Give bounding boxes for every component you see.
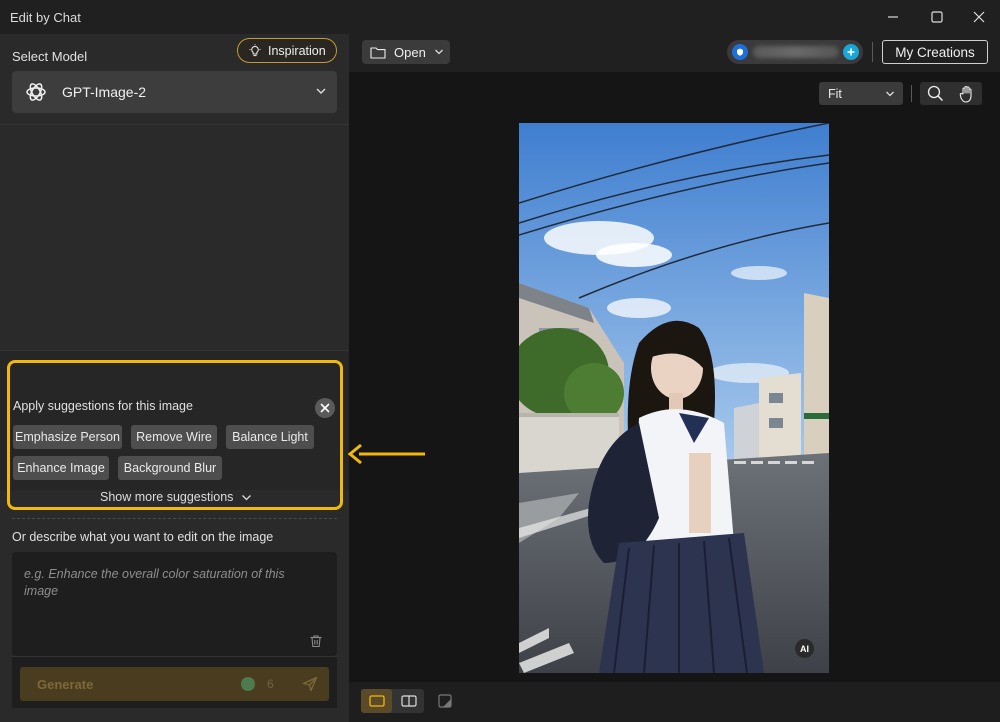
minimize-button[interactable] xyxy=(880,6,906,28)
account-info-blurred xyxy=(753,46,839,58)
toolbar-separator xyxy=(872,42,873,62)
single-view-icon xyxy=(368,695,385,707)
suggestions-close-button[interactable] xyxy=(315,398,335,418)
open-button[interactable]: Open xyxy=(362,40,450,64)
show-more-suggestions[interactable]: Show more suggestions xyxy=(100,490,252,504)
suggestions-title: Apply suggestions for this image xyxy=(13,399,193,413)
generate-button[interactable]: Generate 6 xyxy=(20,667,329,701)
compare-icon[interactable] xyxy=(438,694,452,708)
shield-icon xyxy=(732,44,748,60)
lightbulb-icon xyxy=(249,43,261,56)
select-model-label: Select Model xyxy=(12,49,88,64)
plus-icon[interactable] xyxy=(843,44,859,60)
trash-icon[interactable] xyxy=(309,634,323,648)
single-view-button[interactable] xyxy=(361,689,392,713)
open-label: Open xyxy=(394,44,426,60)
minimize-icon xyxy=(888,16,898,18)
split-view-icon xyxy=(400,695,417,707)
credit-icon xyxy=(241,677,255,691)
hand-icon[interactable] xyxy=(958,85,975,103)
photo-illustration xyxy=(519,123,829,673)
model-select-value: GPT-Image-2 xyxy=(62,84,147,100)
describe-placeholder: e.g. Enhance the overall color saturatio… xyxy=(24,567,285,598)
describe-label: Or describe what you want to edit on the… xyxy=(12,530,274,544)
show-more-label: Show more suggestions xyxy=(100,490,234,504)
my-creations-button[interactable]: My Creations xyxy=(882,40,988,64)
dashed-divider xyxy=(12,518,337,519)
split-view-button[interactable] xyxy=(393,689,424,713)
title-bar: Edit by Chat xyxy=(0,0,1000,34)
chevron-down-icon xyxy=(316,88,326,94)
suggestion-chip-enhance-image[interactable]: Enhance Image xyxy=(13,456,109,480)
maximize-icon xyxy=(931,11,943,23)
suggestion-chip-balance-light[interactable]: Balance Light xyxy=(226,425,314,449)
send-icon xyxy=(302,676,318,692)
chevron-down-icon xyxy=(886,91,894,97)
openai-logo-icon xyxy=(26,83,46,101)
search-icon[interactable] xyxy=(927,85,944,102)
describe-textarea[interactable]: e.g. Enhance the overall color saturatio… xyxy=(12,552,337,656)
view-tools xyxy=(920,82,982,105)
folder-icon xyxy=(370,46,386,59)
toolbar-separator xyxy=(911,85,912,102)
suggestion-chip-emphasize-person[interactable]: Emphasize Person xyxy=(13,425,122,449)
edited-photo xyxy=(519,123,829,673)
zoom-mode-value: Fit xyxy=(828,86,842,101)
model-select[interactable]: GPT-Image-2 xyxy=(12,71,337,113)
window-close-icon xyxy=(973,11,985,23)
suggestion-chip-remove-wire[interactable]: Remove Wire xyxy=(131,425,217,449)
chevron-down-icon xyxy=(434,49,443,55)
ai-badge: AI xyxy=(795,639,814,658)
account-pill[interactable] xyxy=(727,40,863,64)
generate-label: Generate xyxy=(37,677,94,692)
credit-count: 6 xyxy=(267,677,274,691)
view-mode-group xyxy=(361,689,424,713)
maximize-button[interactable] xyxy=(924,6,950,28)
close-icon xyxy=(320,403,330,413)
divider xyxy=(0,124,349,125)
inspiration-label: Inspiration xyxy=(268,43,326,58)
window-title: Edit by Chat xyxy=(10,10,81,25)
suggestion-chip-background-blur[interactable]: Background Blur xyxy=(118,456,222,480)
inspiration-button[interactable]: Inspiration xyxy=(237,38,337,63)
zoom-mode-select[interactable]: Fit xyxy=(819,82,903,105)
chevron-down-icon xyxy=(242,494,252,500)
window-close-button[interactable] xyxy=(966,6,992,28)
arrow-left-icon xyxy=(347,443,425,465)
